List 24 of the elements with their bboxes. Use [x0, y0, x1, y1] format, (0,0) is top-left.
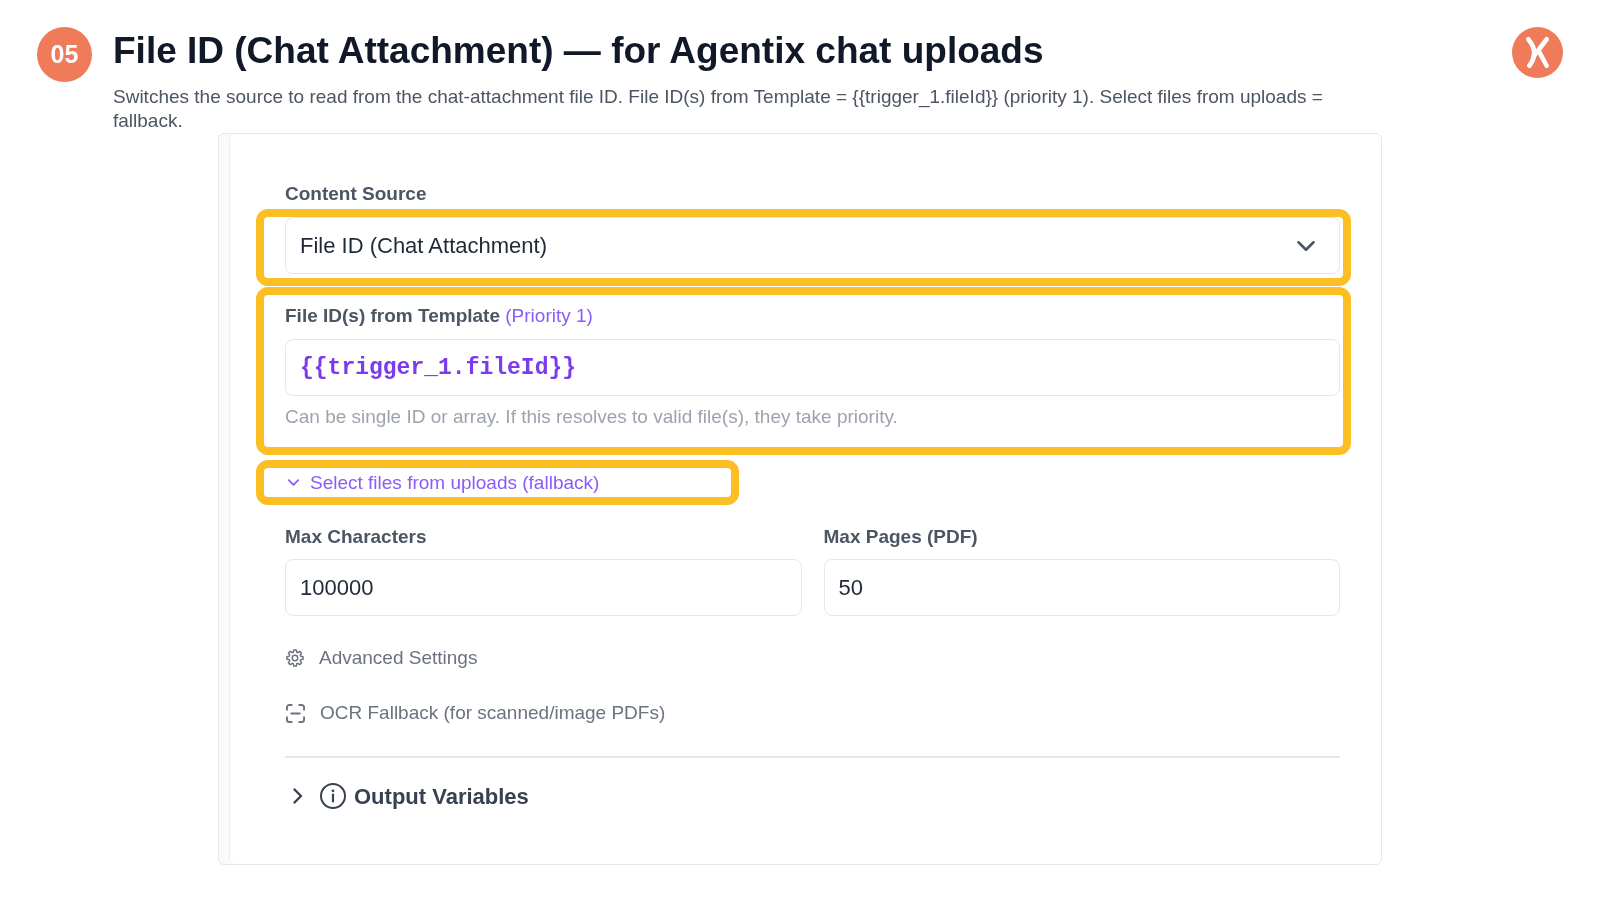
- template-input[interactable]: {{trigger_1.fileId}}: [285, 339, 1340, 396]
- gear-icon: [286, 649, 304, 667]
- info-icon: [320, 783, 346, 809]
- priority-note: (Priority 1): [505, 305, 593, 326]
- ocr-fallback-toggle[interactable]: OCR Fallback (for scanned/image PDFs): [285, 698, 666, 728]
- field-label: Max Pages (PDF): [823, 525, 979, 549]
- field-label: Max Characters: [285, 525, 428, 549]
- chevron-down-icon: [288, 479, 299, 486]
- content-source-select[interactable]: File ID (Chat Attachment): [285, 217, 1340, 274]
- settings-toggle[interactable]: Advanced Settings: [285, 643, 478, 673]
- logo-icon: [1512, 27, 1563, 78]
- output-variables-toggle[interactable]: Output Variables: [285, 779, 529, 813]
- field-label: File ID(s) from Template: [285, 305, 500, 326]
- number-input[interactable]: 50: [823, 559, 1340, 616]
- scan-icon: [286, 703, 305, 723]
- slide-description: Switches the source to read from the chat-attachment file ID. File ID(s) from Template = {{trigger_1.fileId}} (priority 1). Select files from uploads = fallback.: [113, 85, 1324, 133]
- chevron-down-icon: [1297, 240, 1315, 251]
- field-label: Content Source: [285, 182, 428, 206]
- number-input[interactable]: 100000: [285, 559, 802, 616]
- step-badge: 05: [37, 27, 92, 82]
- slide-title: File ID (Chat Attachment) — for Agentix chat uploads: [113, 29, 1045, 73]
- fallback-toggle[interactable]: Select files from uploads (fallback): [288, 468, 600, 497]
- chevron-right-icon: [293, 788, 303, 804]
- field-hint: Can be single ID or array. If this resolves to valid file(s), they take priority.: [285, 406, 899, 428]
